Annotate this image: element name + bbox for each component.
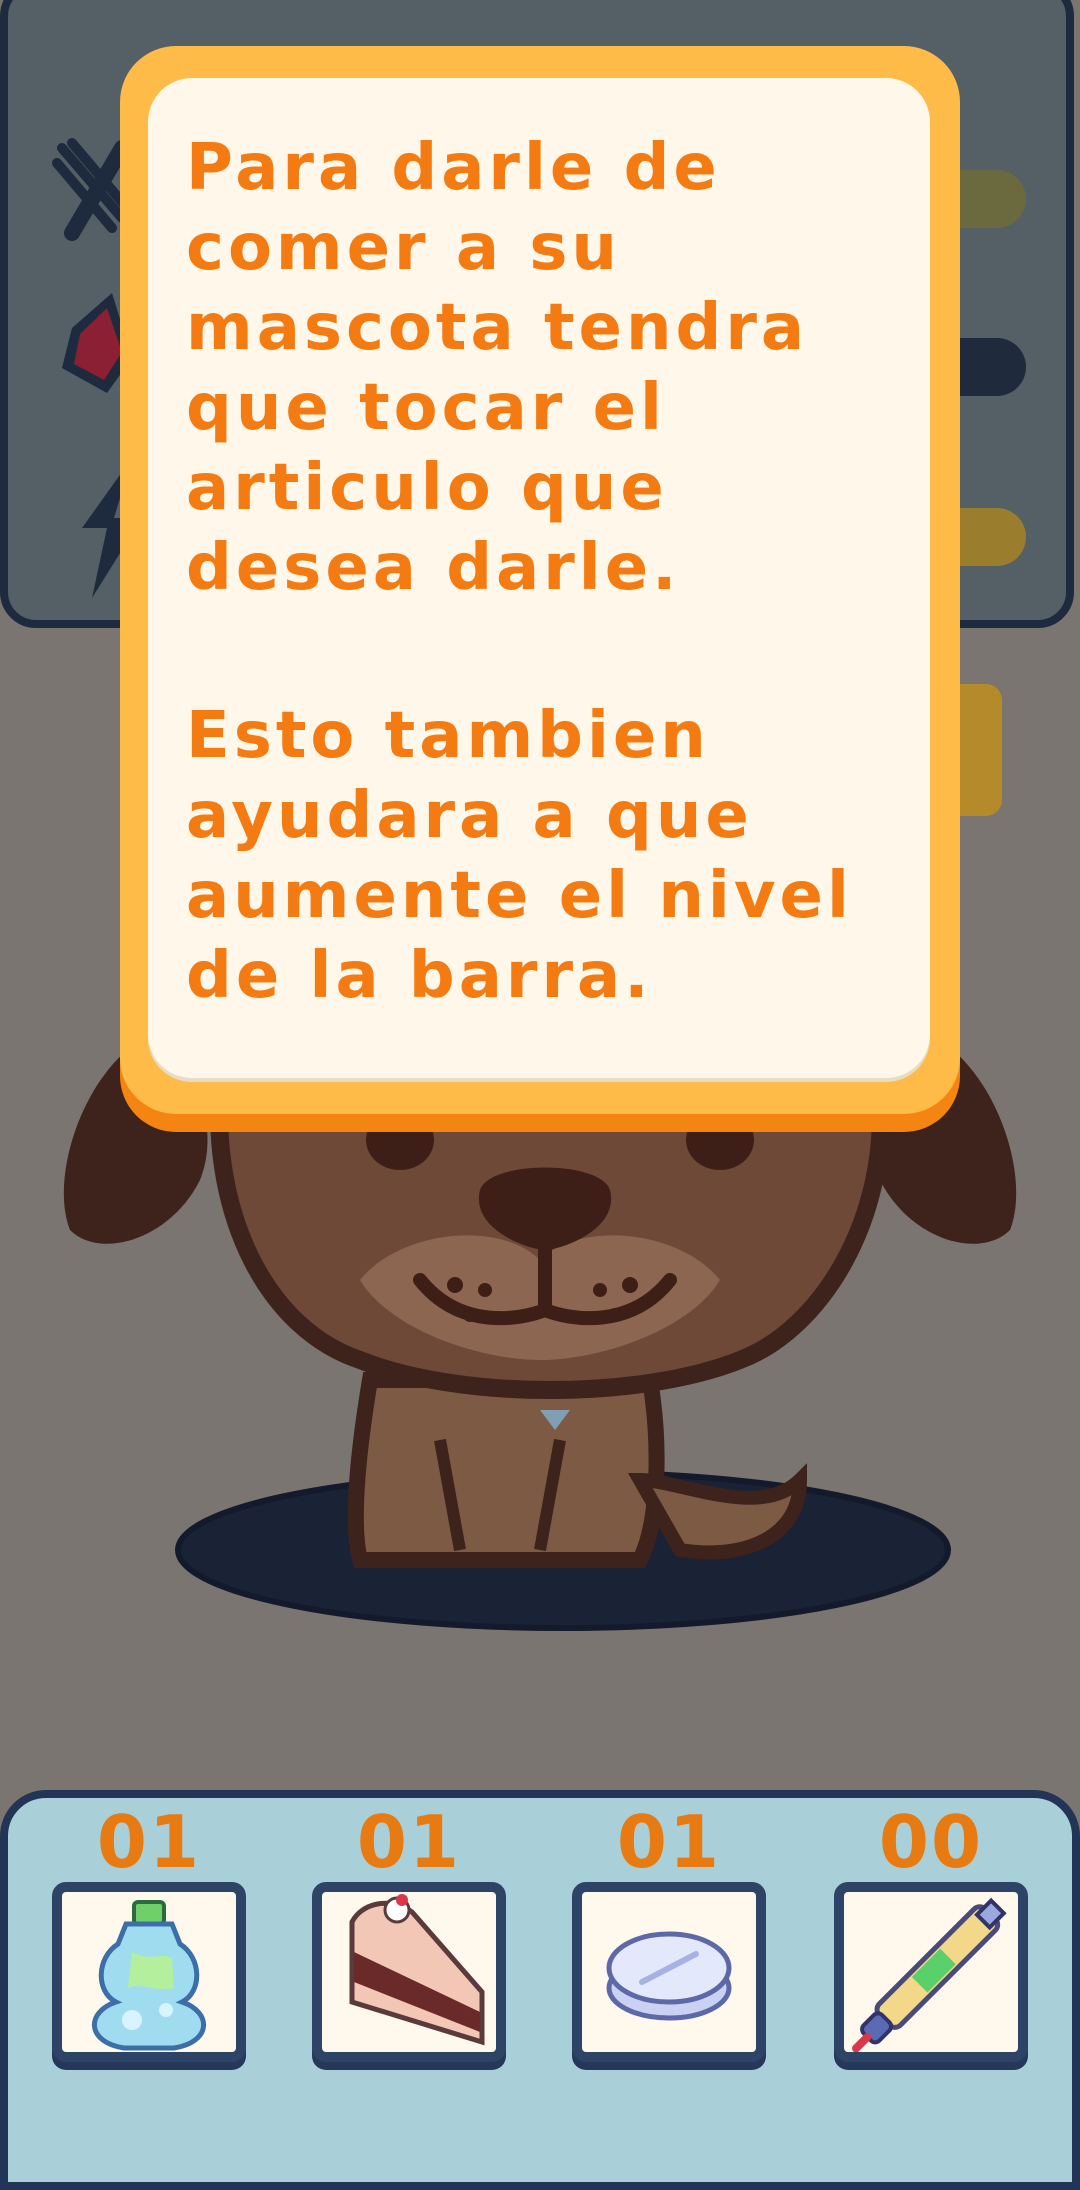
inventory-slot-syringe[interactable] [834,1882,1028,2062]
water-bottle-icon [91,1900,207,2051]
water-bottle-count: 01 [96,1800,202,1884]
side-menu-button[interactable] [960,684,1002,816]
pill-tablet-icon [606,1931,732,2021]
tutorial-paragraph-2: Esto tambien ayudara a que aumente el ni… [186,699,853,1013]
syringe-pen-icon [852,1897,1007,2052]
cake-slice-count: 01 [356,1800,462,1884]
syringe-count: 00 [878,1800,984,1884]
cake-slice-icon [349,1894,485,2046]
inventory-slot-pill[interactable] [572,1882,766,2062]
inventory-slot-water-bottle[interactable] [52,1882,246,2062]
pill-count: 01 [616,1800,722,1884]
inventory-slot-cake[interactable] [312,1882,506,2062]
tutorial-paragraph-1: Para darle de comer a su mascota tendra … [186,131,809,605]
